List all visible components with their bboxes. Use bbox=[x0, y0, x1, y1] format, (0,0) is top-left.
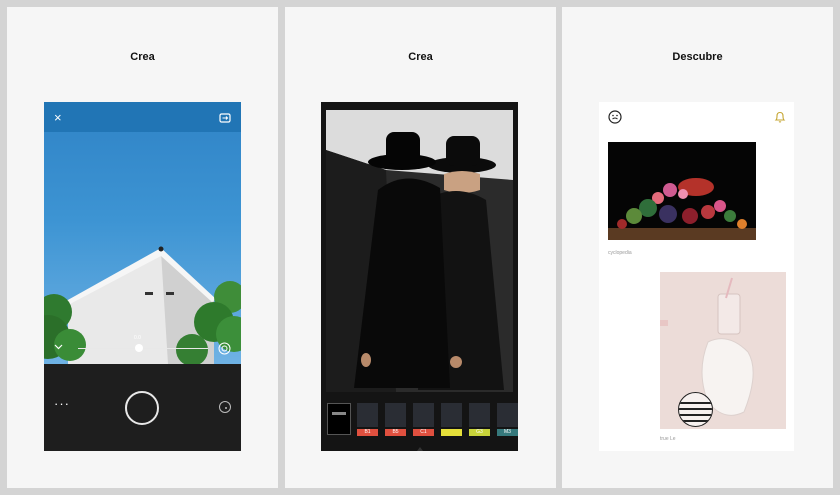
filter-thumbnail bbox=[332, 412, 346, 415]
chevron-down-icon[interactable] bbox=[54, 343, 63, 351]
filter-strip: B1 B5 C1 G3 M3 bbox=[321, 399, 518, 444]
filter-label: C1 bbox=[413, 429, 434, 436]
bell-icon[interactable] bbox=[774, 110, 786, 124]
slider-value: 0.0 bbox=[134, 335, 141, 341]
filter-item[interactable]: B1 bbox=[357, 403, 378, 439]
house-photo bbox=[44, 246, 241, 364]
filter-thumbnail bbox=[413, 403, 434, 427]
filter-thumbnail bbox=[497, 403, 518, 427]
post-image-still-life[interactable] bbox=[608, 142, 756, 240]
filter-item[interactable]: C1 bbox=[413, 403, 434, 439]
filter-item[interactable]: M3 bbox=[497, 403, 518, 439]
settings-dial-icon[interactable] bbox=[218, 342, 231, 355]
vsco-grid-badge-icon[interactable] bbox=[678, 392, 713, 427]
filter-position-indicator bbox=[417, 447, 423, 451]
shutter-button[interactable] bbox=[125, 391, 159, 425]
close-icon[interactable]: × bbox=[54, 111, 62, 124]
filter-item[interactable] bbox=[441, 403, 462, 439]
panel-create-camera: Crea × 0.0 ··· bbox=[7, 7, 278, 488]
flip-camera-icon[interactable] bbox=[219, 112, 231, 124]
filter-thumbnail bbox=[357, 403, 378, 427]
panel-title: Crea bbox=[130, 51, 155, 63]
adjust-slider[interactable] bbox=[78, 348, 208, 349]
filter-label bbox=[441, 429, 462, 436]
info-icon[interactable] bbox=[219, 401, 231, 413]
edited-photo bbox=[326, 110, 513, 392]
post-caption: cyclopedia bbox=[608, 250, 632, 256]
filter-thumbnail bbox=[441, 403, 462, 427]
discover-screen: cyclopedia true Le bbox=[599, 102, 794, 451]
panel-title: Descubre bbox=[672, 51, 723, 63]
filter-item-original[interactable] bbox=[327, 403, 351, 435]
panel-create-editor: Crea B1 B5 C1 G3 M3 bbox=[285, 7, 556, 488]
smiley-icon[interactable] bbox=[608, 110, 622, 124]
editor-screen: B1 B5 C1 G3 M3 bbox=[321, 102, 518, 451]
more-options-icon[interactable]: ··· bbox=[54, 396, 70, 411]
filter-label: B1 bbox=[357, 429, 378, 436]
camera-top-bar bbox=[44, 102, 241, 132]
filter-item[interactable]: B5 bbox=[385, 403, 406, 439]
filter-thumbnail bbox=[469, 403, 490, 427]
camera-screen: × 0.0 ··· bbox=[44, 102, 241, 451]
filter-label: G3 bbox=[469, 429, 490, 436]
camera-viewfinder bbox=[44, 102, 241, 364]
post-caption: true Le bbox=[660, 436, 676, 442]
filter-thumbnail bbox=[385, 403, 406, 427]
panel-title: Crea bbox=[408, 51, 433, 63]
filter-label: B5 bbox=[385, 429, 406, 436]
panel-discover: Descubre cyclopedia true Le bbox=[562, 7, 833, 488]
filter-item[interactable]: G3 bbox=[469, 403, 490, 439]
filter-label: M3 bbox=[497, 429, 518, 436]
